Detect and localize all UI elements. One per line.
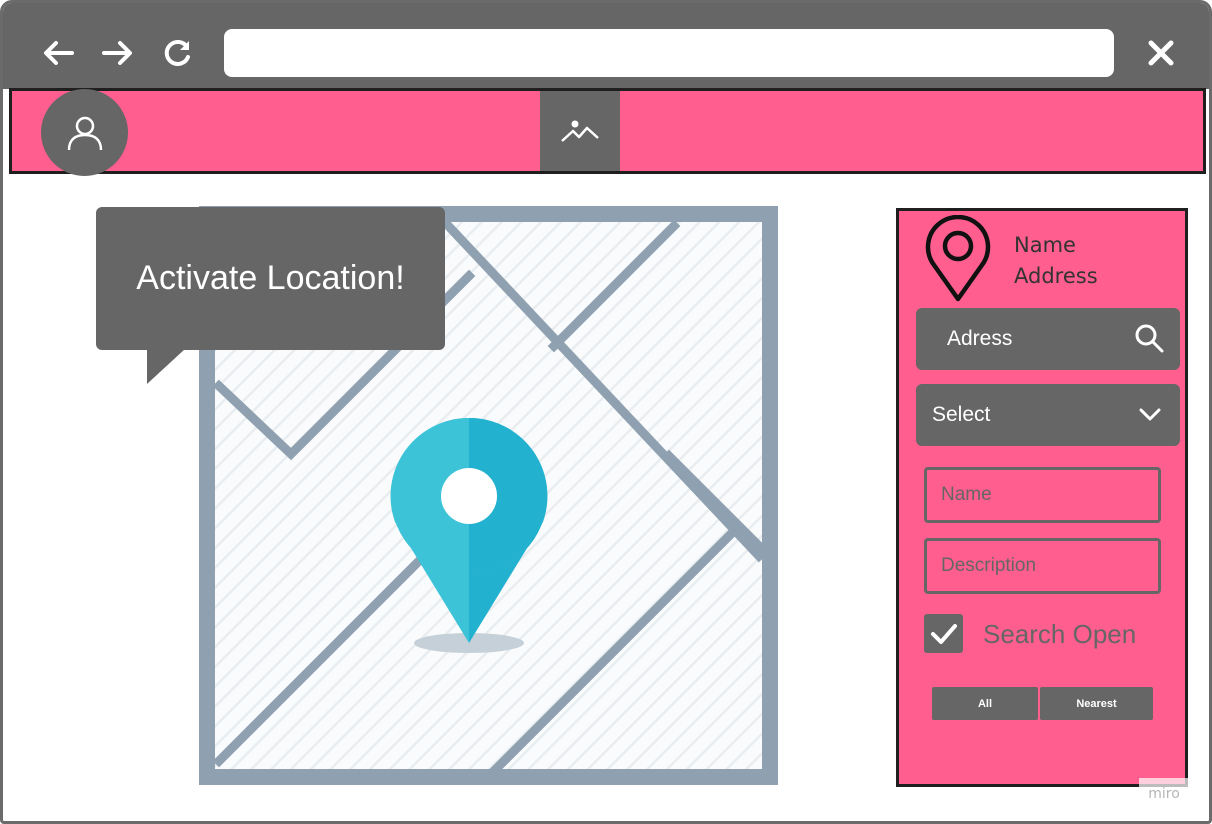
image-icon xyxy=(561,120,599,142)
select-dropdown[interactable]: Select xyxy=(916,384,1180,446)
name-field[interactable] xyxy=(924,467,1161,523)
app-header xyxy=(9,88,1206,176)
address-bar[interactable] xyxy=(224,29,1114,77)
tooltip-tail xyxy=(147,349,185,384)
avatar[interactable] xyxy=(41,89,128,176)
search-label: Adress xyxy=(947,327,1013,350)
description-field[interactable] xyxy=(924,538,1161,594)
filter-all-button[interactable]: All xyxy=(932,687,1038,720)
close-window-button[interactable] xyxy=(1141,33,1181,73)
back-button[interactable] xyxy=(38,33,78,73)
arrow-right-icon xyxy=(102,41,132,65)
location-pin-icon xyxy=(925,215,991,302)
search-icon[interactable] xyxy=(1134,323,1164,353)
select-label: Select xyxy=(932,403,991,426)
location-address: Address xyxy=(1014,264,1098,288)
miro-watermark: miro xyxy=(1139,778,1189,802)
image-button[interactable] xyxy=(540,91,620,171)
user-icon xyxy=(67,116,102,150)
search-open-label: Search Open xyxy=(983,619,1137,649)
forward-button[interactable] xyxy=(98,33,138,73)
close-icon xyxy=(1148,40,1174,66)
address-search-input[interactable]: Adress xyxy=(916,308,1180,370)
checkmark-icon xyxy=(930,623,957,644)
search-open-checkbox[interactable] xyxy=(924,614,963,653)
reload-button[interactable] xyxy=(158,33,198,73)
arrow-left-icon xyxy=(44,41,74,65)
tooltip-text: Activate Location! xyxy=(136,259,405,297)
browser-titlebar xyxy=(3,3,1209,89)
browser-window: Activate Location! Name Address Adress S… xyxy=(0,0,1212,824)
location-name: Name xyxy=(1014,233,1076,257)
filter-nearest-button[interactable]: Nearest xyxy=(1040,687,1153,720)
search-panel: Name Address Adress Select Search Open A… xyxy=(896,208,1188,787)
location-tooltip: Activate Location! xyxy=(96,207,445,350)
reload-icon xyxy=(164,39,190,66)
chevron-down-icon xyxy=(1139,408,1161,421)
